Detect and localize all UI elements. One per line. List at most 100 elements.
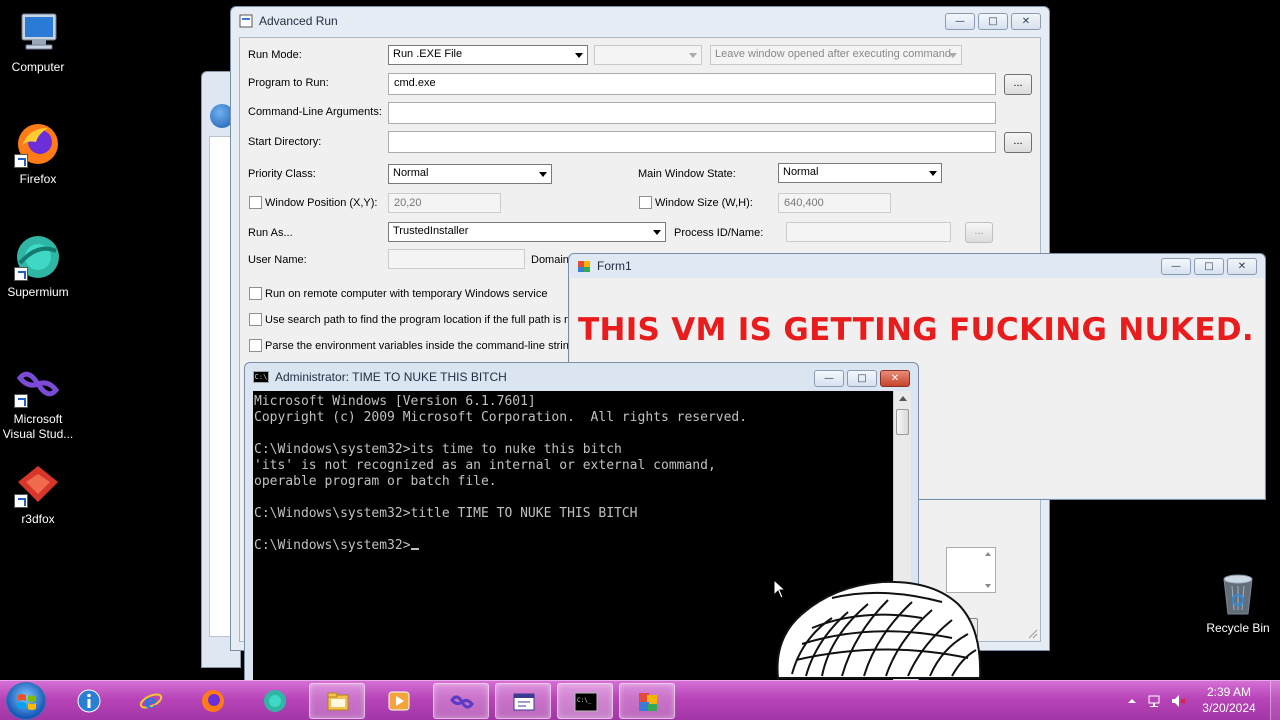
taskbar-supermium[interactable] (247, 683, 303, 719)
search-path-label: Use search path to find the program loca… (265, 314, 577, 326)
close-button[interactable]: ✕ (1011, 13, 1041, 30)
minimize-button[interactable]: — (945, 13, 975, 30)
desktop-icon-supermium[interactable]: Supermium (0, 233, 76, 300)
start-directory-input[interactable] (388, 131, 996, 153)
svg-text:C:\_: C:\_ (577, 697, 592, 704)
scroll-up-icon (985, 552, 991, 556)
desktop-icon-label: Supermium (7, 285, 69, 299)
show-hidden-icons-icon[interactable] (1124, 693, 1140, 709)
parse-env-checkbox[interactable] (249, 339, 262, 352)
start-directory-browse-button[interactable]: ... (1004, 132, 1032, 153)
close-button[interactable]: ✕ (1227, 258, 1257, 275)
minimize-button[interactable]: — (1161, 258, 1191, 275)
process-browse-button: ... (965, 222, 993, 243)
scroll-up-icon[interactable] (899, 396, 907, 401)
leave-window-value: Leave window opened after executing comm… (715, 48, 952, 60)
desktop-icon-visual-studio[interactable]: Microsoft Visual Stud... (0, 360, 76, 442)
arguments-input[interactable] (388, 102, 996, 124)
desktop-icon-label: Firefox (19, 172, 57, 186)
window-size-checkbox[interactable] (639, 196, 652, 209)
chevron-down-icon (575, 53, 583, 58)
supermium-icon (14, 233, 62, 281)
taskbar-internet-explorer[interactable]: e (123, 683, 179, 719)
media-player-icon (388, 691, 410, 711)
maximize-button[interactable]: □ (978, 13, 1008, 30)
scrollbar-thumb[interactable] (896, 409, 909, 435)
clock-time: 2:39 AM (1206, 685, 1252, 699)
resize-grip-icon[interactable] (1028, 629, 1038, 639)
window-size-label: Window Size (W,H): (655, 197, 753, 209)
system-clock[interactable]: 2:39 AM 3/20/2024 (1192, 684, 1266, 716)
run-as-select[interactable]: TrustedInstaller (388, 222, 666, 242)
supermium-icon (264, 690, 286, 712)
main-window-state-value: Normal (783, 166, 819, 178)
taskbar-advanced-run[interactable] (495, 683, 551, 719)
program-label: Program to Run: (248, 77, 329, 89)
close-icon: ✕ (890, 372, 900, 384)
program-browse-button[interactable]: ... (1004, 74, 1032, 95)
start-button[interactable] (6, 682, 46, 720)
shortcut-arrow-icon (14, 267, 28, 281)
window-position-label: Window Position (X,Y): (265, 197, 378, 209)
main-window-state-select[interactable]: Normal (778, 163, 942, 183)
minimize-icon: — (1171, 260, 1181, 272)
form-app-icon (639, 693, 657, 711)
windows-logo-icon (18, 694, 36, 710)
desktop-icon-firefox[interactable]: Firefox (0, 120, 76, 187)
desktop-icon-r3dfox[interactable]: r3dfox (0, 460, 76, 527)
process-id-label: Process ID/Name: (674, 227, 764, 239)
show-desktop-button[interactable] (1270, 681, 1280, 720)
chevron-down-icon (929, 171, 937, 176)
taskbar-command-prompt[interactable]: C:\_ (557, 683, 613, 719)
nuke-message: THIS VM IS GETTING FUCKING NUKED. (578, 312, 1254, 348)
taskbar-file-explorer[interactable] (309, 683, 365, 719)
advanced-run-icon (513, 693, 535, 711)
minimize-button[interactable]: — (814, 370, 844, 387)
console-line: C:\Windows\system32>its time to nuke thi… (254, 442, 622, 457)
file-explorer-icon (327, 692, 349, 711)
desktop-icon-computer[interactable]: Computer (0, 8, 76, 75)
windows-help-icon (77, 689, 101, 713)
console-line: Copyright (c) 2009 Microsoft Corporation… (254, 410, 748, 425)
taskbar-help[interactable] (61, 683, 117, 719)
scroll-down-icon (985, 584, 991, 588)
console-prompt-line: C:\Windows\system32> (254, 538, 892, 554)
close-icon: ✕ (1237, 260, 1247, 272)
remote-computer-checkbox[interactable] (249, 287, 262, 300)
maximize-button[interactable]: □ (847, 370, 877, 387)
chevron-down-icon (539, 172, 547, 177)
console-line: 'its' is not recognized as an internal o… (254, 458, 716, 473)
priority-select[interactable]: Normal (388, 164, 552, 184)
run-mode-select[interactable]: Run .EXE File (388, 45, 588, 65)
window-position-checkbox[interactable] (249, 196, 262, 209)
svg-text:e: e (144, 689, 157, 713)
volume-muted-icon[interactable] (1170, 693, 1186, 709)
window-position-input: 20,20 (388, 193, 501, 213)
leave-window-select: Leave window opened after executing comm… (710, 45, 962, 65)
taskbar-form-app[interactable] (619, 683, 675, 719)
network-icon[interactable] (1147, 693, 1163, 709)
process-id-input (786, 222, 951, 242)
run-mode-value: Run .EXE File (393, 48, 463, 60)
program-input[interactable]: cmd.exe (388, 73, 996, 95)
window-title: Administrator: TIME TO NUKE THIS BITCH (275, 370, 507, 384)
user-name-input (388, 249, 525, 269)
taskbar-visual-studio[interactable] (433, 683, 489, 719)
maximize-button[interactable]: □ (1194, 258, 1224, 275)
close-button[interactable]: ✕ (880, 370, 910, 387)
window-title: Advanced Run (259, 14, 338, 28)
advanced-run-titlebar[interactable]: Advanced Run (231, 7, 1049, 35)
window-title: Form1 (597, 259, 632, 273)
maximize-icon: □ (988, 15, 998, 27)
internet-explorer-icon: e (139, 689, 163, 713)
search-path-checkbox[interactable] (249, 313, 262, 326)
console-line: C:\Windows\system32> (254, 538, 411, 553)
desktop-icon-recycle-bin[interactable]: Recycle Bin (1200, 570, 1276, 635)
shortcut-arrow-icon (14, 394, 28, 408)
desktop-icon-label: r3dfox (21, 512, 55, 526)
taskbar-firefox[interactable] (185, 683, 241, 719)
taskbar-media-player[interactable] (371, 683, 427, 719)
